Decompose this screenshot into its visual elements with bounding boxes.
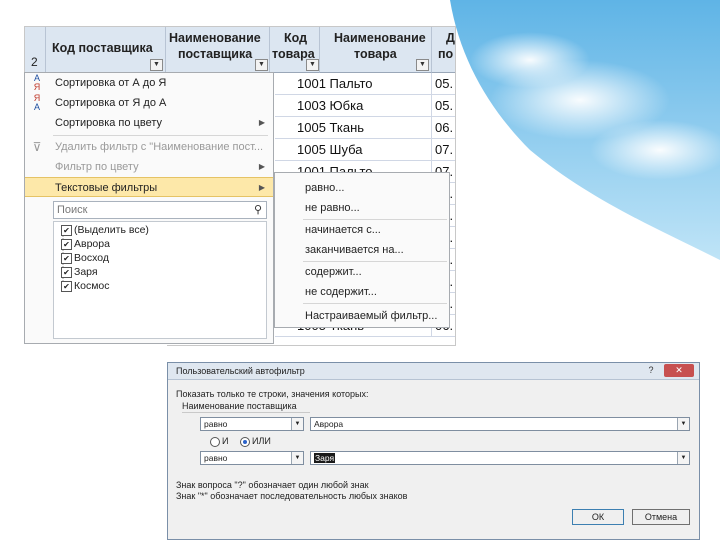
filter-checkbox-voskhod[interactable]: ✔ Восход [61, 251, 109, 265]
chevron-down-icon: ▼ [677, 452, 689, 464]
filter-dropdown-icon[interactable]: ▼ [416, 59, 429, 71]
radio-or[interactable]: ИЛИ [240, 436, 271, 447]
filter-dropdown-icon[interactable]: ▼ [150, 59, 163, 71]
filter-search-input[interactable]: Поиск ⚲ [53, 201, 267, 219]
checkbox[interactable]: ✔ [61, 252, 72, 264]
submenu-arrow-icon: ▶ [258, 183, 265, 192]
filter-checkbox-zarya[interactable]: ✔ Заря [61, 265, 98, 279]
date-cell[interactable]: 05. [432, 73, 455, 95]
submenu-item-ends-with[interactable]: заканчивается на... [305, 241, 404, 259]
chevron-down-icon: ▼ [291, 418, 303, 430]
table-row[interactable]: 1005 Ткань [275, 117, 432, 139]
menu-separator [53, 135, 268, 136]
menu-item-text-filters[interactable]: Текстовые фильтры ▶ [25, 177, 273, 197]
dialog-instruction: Показать только те строки, значения кото… [176, 389, 369, 399]
radio-icon[interactable] [210, 436, 220, 447]
checkbox[interactable]: ✔ [61, 224, 72, 236]
table-row[interactable]: 1005 Шуба [275, 139, 432, 161]
date-cell[interactable]: 07. [432, 139, 455, 161]
column-header-label: Наименование [169, 31, 261, 45]
checkbox[interactable]: ✔ [61, 238, 72, 250]
table-row[interactable]: 1001 Пальто [275, 73, 432, 95]
submenu-arrow-icon: ▶ [258, 118, 265, 127]
close-button[interactable]: ✕ [664, 364, 694, 377]
checkbox[interactable]: ✔ [61, 266, 72, 278]
column-header-date[interactable]: Д по [432, 27, 455, 73]
condition1-operator-select[interactable]: равно ▼ [200, 417, 304, 431]
column-header-supplier-code[interactable]: Код поставщика ▼ [46, 27, 166, 73]
condition1-value-input[interactable]: Аврора ▼ [310, 417, 690, 431]
chevron-down-icon: ▼ [291, 452, 303, 464]
menu-item-sort-asc[interactable]: АЯ Сортировка от А до Я [25, 73, 273, 93]
submenu-item-begins-with[interactable]: начинается с... [305, 221, 381, 239]
column-header-label: Код поставщика [52, 41, 153, 55]
search-icon: ⚲ [253, 204, 262, 216]
sort-desc-icon: ЯА [33, 93, 41, 112]
column-header-supplier-name[interactable]: Наименование поставщика ▼ [166, 27, 270, 73]
filter-checkbox-kosmos[interactable]: ✔ Космос [61, 279, 110, 293]
menu-item-filter-color[interactable]: Фильтр по цвету ▶ [25, 157, 273, 177]
menu-item-sort-desc[interactable]: ЯА Сортировка от Я до А [25, 93, 273, 113]
dialog-title: Пользовательский автофильтр [176, 366, 305, 376]
group-separator [182, 412, 310, 413]
radio-selected-icon[interactable] [240, 436, 250, 447]
cancel-button[interactable]: Отмена [632, 509, 690, 525]
custom-autofilter-dialog: Пользовательский автофильтр ? ✕ Показать… [167, 362, 700, 540]
column-header-label-line2: по [438, 47, 454, 61]
clear-filter-icon: ⊽ [32, 140, 42, 154]
menu-separator [303, 303, 447, 304]
hint-question-mark: Знак вопроса "?" обозначает один любой з… [176, 480, 369, 490]
row-number: 2 [31, 55, 38, 69]
column-header-label: Наименование [334, 31, 426, 45]
submenu-item-custom-filter[interactable]: Настраиваемый фильтр... [305, 307, 437, 325]
filter-checkbox-select-all[interactable]: ✔ (Выделить все) [61, 223, 149, 237]
text-filters-submenu: равно... не равно... начинается с... зак… [274, 172, 450, 328]
condition2-value-input[interactable]: Заря ▼ [310, 451, 690, 465]
column-header-product-code[interactable]: Код товара ▼ [270, 27, 320, 73]
hint-asterisk: Знак "*" обозначает последовательность л… [176, 491, 408, 501]
checkbox[interactable]: ✔ [61, 280, 72, 292]
submenu-item-not-equals[interactable]: не равно... [305, 199, 360, 217]
table-row[interactable]: 1003 Юбка [275, 95, 432, 117]
menu-item-clear-filter[interactable]: ⊽ Удалить фильтр с "Наименование пост... [25, 137, 273, 157]
sort-asc-icon: АЯ [33, 73, 41, 92]
column-header-label-line2: товара [354, 47, 397, 61]
submenu-item-contains[interactable]: содержит... [305, 263, 362, 281]
field-name-label: Наименование поставщика [182, 401, 297, 411]
column-header-label-line2: поставщика [178, 47, 253, 61]
submenu-arrow-icon: ▶ [258, 162, 265, 171]
chevron-down-icon: ▼ [677, 418, 689, 430]
column-header-label: Код [284, 31, 308, 45]
autofilter-menu: АЯ Сортировка от А до Я ЯА Сортировка от… [24, 72, 274, 344]
row-header-corner: 2 [25, 27, 46, 73]
radio-and[interactable]: И [210, 436, 228, 447]
filter-dropdown-icon[interactable]: ▼ [255, 59, 268, 71]
blank-area [0, 344, 167, 540]
filter-dropdown-icon[interactable]: ▼ [306, 59, 319, 71]
help-button[interactable]: ? [642, 364, 660, 377]
dialog-titlebar: Пользовательский автофильтр ? ✕ [168, 363, 699, 380]
sky-background [410, 0, 720, 260]
column-header-product-name[interactable]: Наименование товара ▼ [320, 27, 432, 73]
menu-separator [303, 261, 447, 262]
menu-separator [303, 219, 447, 220]
submenu-item-not-contains[interactable]: не содержит... [305, 283, 377, 301]
filter-checkbox-avrora[interactable]: ✔ Аврора [61, 237, 110, 251]
column-header-label: Д [446, 31, 455, 45]
date-cell[interactable]: 06. [432, 117, 455, 139]
submenu-item-equals[interactable]: равно... [305, 179, 344, 197]
ok-button[interactable]: ОК [572, 509, 624, 525]
date-cell[interactable]: 05. [432, 95, 455, 117]
menu-item-sort-color[interactable]: Сортировка по цвету ▶ [25, 113, 273, 133]
condition2-operator-select[interactable]: равно ▼ [200, 451, 304, 465]
